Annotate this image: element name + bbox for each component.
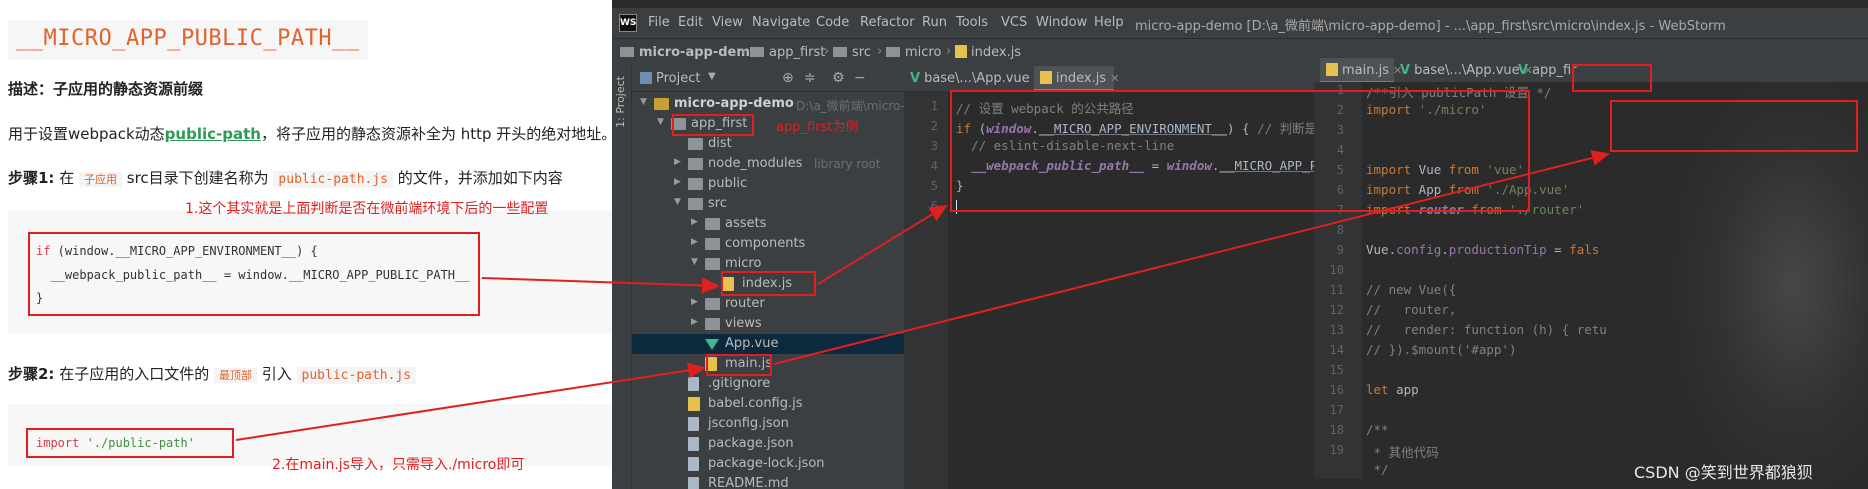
arrow-index-to-editor1 <box>817 204 948 285</box>
arrow-main-to-editor2 <box>773 150 1610 365</box>
annotation-arrows <box>235 150 1610 441</box>
arrow-code1-to-index <box>481 277 720 294</box>
arrow-code2-to-main <box>235 362 706 441</box>
